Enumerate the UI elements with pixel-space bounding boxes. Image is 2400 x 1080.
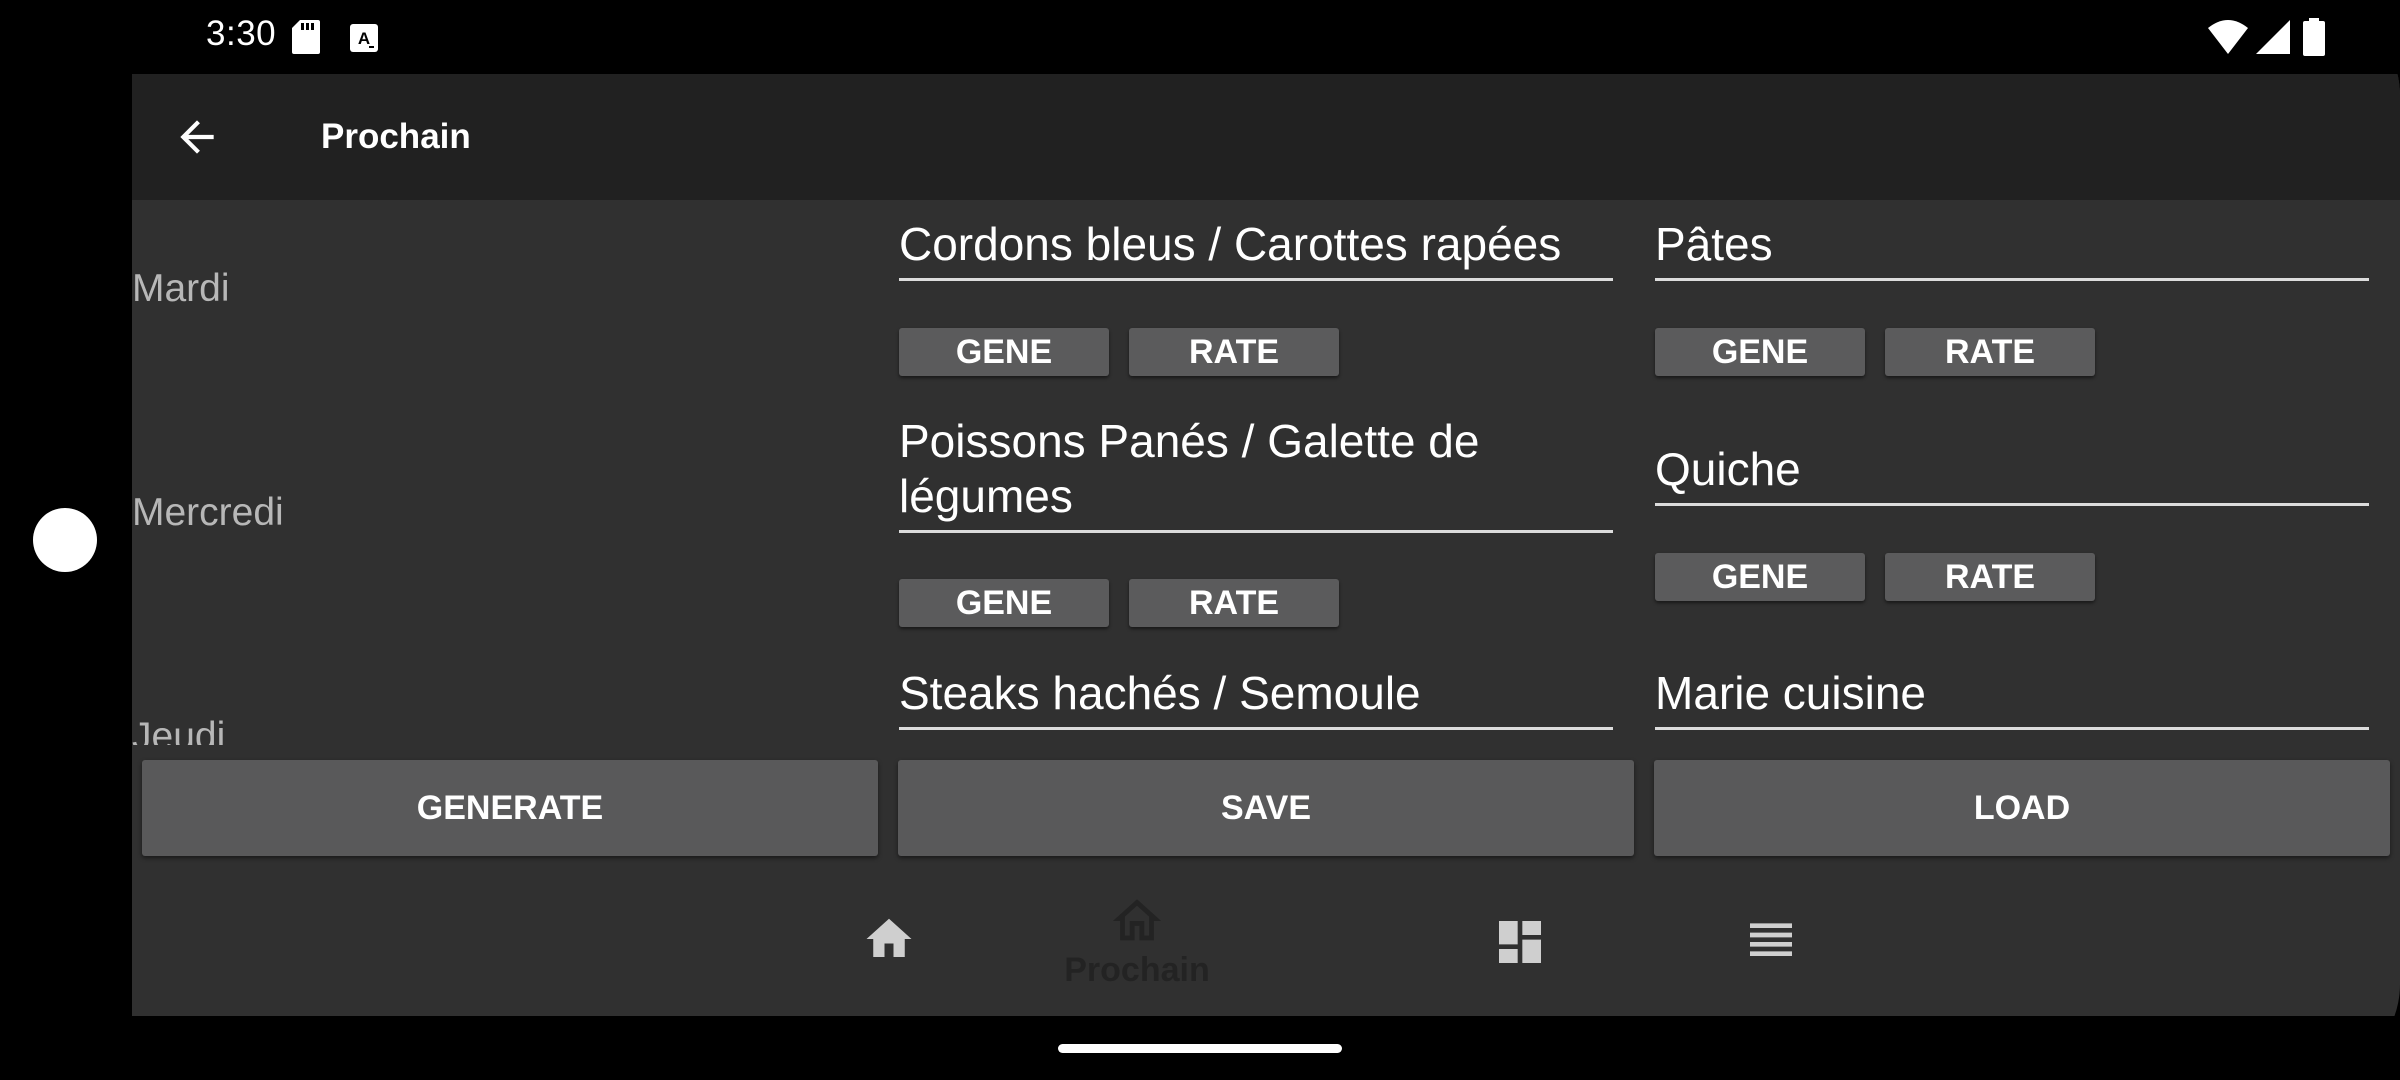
generate-button[interactable]: GENERATE [142,760,878,856]
page-title: Prochain [321,117,471,156]
rate-button[interactable]: RATE [1129,328,1339,376]
nav-item-prochain[interactable]: Prochain [1037,874,1237,1016]
gene-button[interactable]: GENE [899,579,1109,627]
nav-label-prochain: Prochain [1064,951,1210,989]
back-arrow-icon[interactable] [172,112,222,162]
day-label-mercredi: Mercredi [132,491,284,534]
bottom-navigation: Prochain [132,874,2400,1016]
app-screen: Prochain Mardi Cordons bleus / Carottes … [132,74,2400,1016]
home-outline-icon [1112,899,1162,941]
rate-button[interactable]: RATE [1885,328,2095,376]
svg-text:A: A [358,29,370,48]
meal-input[interactable]: Quiche [1655,442,2369,506]
gesture-home-bar[interactable] [1058,1044,1342,1053]
gene-button[interactable]: GENE [1655,553,1865,601]
nav-item-dashboard[interactable] [1424,874,1624,1016]
home-icon [866,918,912,957]
status-time: 3:30 [206,14,277,53]
meal-input[interactable]: Poissons Panés / Galette de légumes [899,414,1613,533]
sd-card-icon [292,20,320,54]
week-plan-list[interactable]: Mardi Cordons bleus / Carottes rapées GE… [132,200,2400,745]
nav-item-list[interactable] [1673,874,1873,1016]
nav-item-home[interactable] [786,874,986,1016]
keyboard-a-icon: A [350,24,378,52]
meal-input[interactable]: Pâtes [1655,217,2369,281]
gene-button[interactable]: GENE [1655,328,1865,376]
app-bar: Prochain [132,74,2400,200]
status-bar: 3:30 A [0,0,2400,74]
rate-button[interactable]: RATE [1129,579,1339,627]
front-camera [33,508,97,572]
day-label-mardi: Mardi [132,267,230,310]
load-button[interactable]: LOAD [1654,760,2390,856]
dashboard-icon [1499,921,1541,963]
wifi-icon [2208,20,2248,54]
list-icon [1750,923,1792,956]
meal-input[interactable]: Cordons bleus / Carottes rapées [899,217,1613,281]
gene-button[interactable]: GENE [899,328,1109,376]
day-label-jeudi: Jeudi [132,715,226,745]
cell-signal-icon [2256,20,2290,54]
rate-button[interactable]: RATE [1885,553,2095,601]
device-frame: 3:30 A Prochain Mardi Cordons bleus / Ca… [0,0,2400,1080]
save-button[interactable]: SAVE [898,760,1634,856]
battery-icon [2303,18,2325,56]
meal-input[interactable]: Steaks hachés / Semoule [899,666,1613,730]
meal-input[interactable]: Marie cuisine [1655,666,2369,730]
